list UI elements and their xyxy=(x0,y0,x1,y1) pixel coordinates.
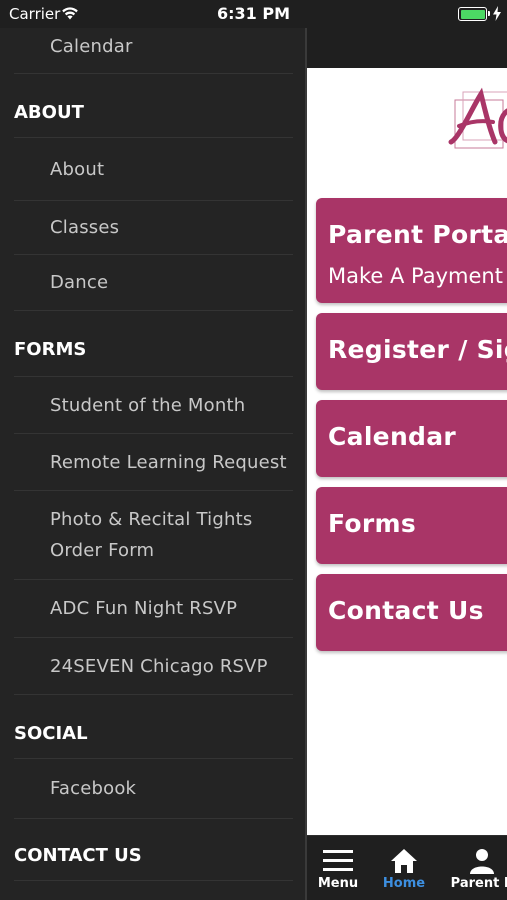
menu-item-photo-recital-tights-order-form[interactable]: Photo & Recital Tights Order Form xyxy=(14,491,293,580)
menu-header-social: SOCIAL xyxy=(14,695,293,759)
menu-item-label: ADC Fun Night RSVP xyxy=(50,598,238,619)
tab-bar: Menu Home Parent P xyxy=(307,835,507,900)
menu-item-label: Facebook xyxy=(50,778,137,799)
tab-label: Menu xyxy=(317,876,359,891)
menu-item-label: Dance xyxy=(50,272,109,293)
tab-parent-portal[interactable]: Parent P xyxy=(447,836,507,900)
button-title: Contact Us xyxy=(328,596,484,625)
calendar-button[interactable]: Calendar xyxy=(316,400,507,477)
menu-item-dance[interactable]: Dance xyxy=(14,255,293,311)
tab-home[interactable]: Home xyxy=(377,836,431,900)
contact-us-button[interactable]: Contact Us xyxy=(316,574,507,651)
forms-button[interactable]: Forms xyxy=(316,487,507,564)
menu-item-facebook[interactable]: Facebook xyxy=(14,759,293,819)
menu-item-calendar[interactable]: Calendar xyxy=(14,20,293,74)
side-menu: Calendar ABOUT About Classes Dance FORMS… xyxy=(0,0,305,900)
menu-item-24seven-chicago-rsvp[interactable]: 24SEVEN Chicago RSVP xyxy=(14,638,293,695)
menu-header-label: SOCIAL xyxy=(14,723,88,744)
menu-item-about[interactable]: About xyxy=(14,138,293,201)
hamburger-icon xyxy=(323,850,353,871)
menu-item-label: Remote Learning Request xyxy=(50,451,287,473)
status-time: 6:31 PM xyxy=(216,4,290,23)
menu-header-about: ABOUT xyxy=(14,74,293,138)
person-icon xyxy=(470,849,494,874)
button-title: Register / Sign xyxy=(328,335,507,364)
menu-item-student-of-the-month[interactable]: Student of the Month xyxy=(14,377,293,434)
main-top-bar xyxy=(307,28,507,68)
menu-item-label: 24SEVEN Chicago RSVP xyxy=(50,655,268,677)
logo-icon xyxy=(448,87,507,149)
menu-item-label: Calendar xyxy=(50,36,133,57)
menu-item-remote-learning-request[interactable]: Remote Learning Request xyxy=(14,434,293,491)
menu-item-adc-fun-night-rsvp[interactable]: ADC Fun Night RSVP xyxy=(14,580,293,638)
tab-menu[interactable]: Menu xyxy=(311,836,365,900)
menu-header-label: CONTACT US xyxy=(14,845,142,866)
charging-icon xyxy=(493,6,501,21)
button-title: Parent Portal xyxy=(328,220,507,249)
register-sign-button[interactable]: Register / Sign xyxy=(316,313,507,390)
menu-header-forms: FORMS xyxy=(14,311,293,377)
home-icon xyxy=(391,849,417,873)
battery-icon xyxy=(458,7,487,21)
menu-item-label: Student of the Month xyxy=(50,394,246,416)
menu-item-label: Classes xyxy=(50,217,120,238)
button-title: Calendar xyxy=(328,422,457,451)
home-content: Parent Portal Make A Payment / Register … xyxy=(307,68,507,835)
battery-cap xyxy=(488,11,490,16)
status-bar: Carrier 6:31 PM xyxy=(0,0,507,28)
menu-header-label: FORMS xyxy=(14,339,87,360)
button-subtitle: Make A Payment / xyxy=(328,264,507,288)
menu-header-contact-us: CONTACT US xyxy=(14,819,293,881)
tab-label: Home xyxy=(382,876,426,891)
menu-header-label: ABOUT xyxy=(14,102,84,123)
parent-portal-button[interactable]: Parent Portal Make A Payment / xyxy=(316,198,507,303)
tab-label: Parent P xyxy=(450,876,507,891)
menu-item-classes[interactable]: Classes xyxy=(14,201,293,255)
menu-item-label: Photo & Recital Tights Order Form xyxy=(50,509,253,561)
menu-item-label: About xyxy=(50,158,105,180)
button-title: Forms xyxy=(328,509,416,538)
